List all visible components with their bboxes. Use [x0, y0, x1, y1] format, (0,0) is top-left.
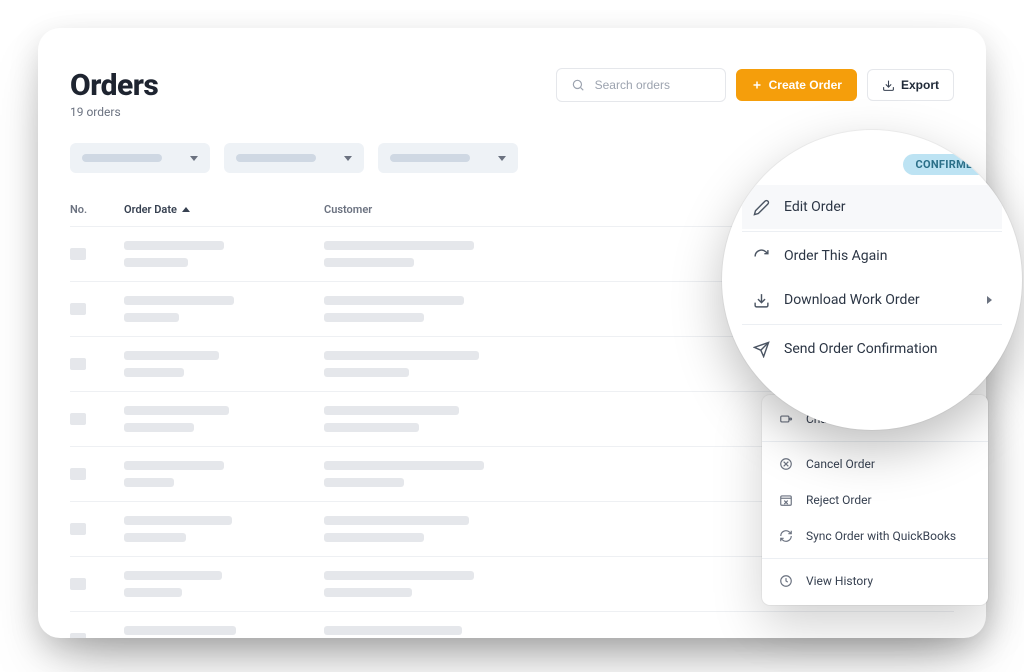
- cell-no: [70, 633, 124, 638]
- cell-customer: [324, 296, 664, 322]
- table-row[interactable]: -: [70, 612, 954, 638]
- menu-cancel-order[interactable]: Cancel Order: [762, 446, 988, 482]
- menu-edit-order-label: Edit Order: [784, 199, 846, 215]
- cell-order-date: [124, 626, 324, 638]
- cell-customer: [324, 516, 664, 542]
- context-menu-zoom: CONFIRMED Edit Order Order This Again: [722, 130, 1022, 430]
- page-header: Orders 19 orders Create Order: [70, 68, 954, 119]
- create-order-label: Create Order: [769, 78, 842, 92]
- th-customer: Customer: [324, 203, 664, 216]
- chevron-right-icon: [987, 296, 992, 304]
- export-label: Export: [901, 78, 939, 92]
- search-icon: [569, 76, 587, 94]
- cell-order-date: [124, 351, 324, 377]
- cell-order-date: [124, 406, 324, 432]
- cell-assignee: -: [664, 632, 954, 639]
- menu-send-confirmation-label: Send Order Confirmation: [784, 341, 938, 357]
- cell-customer: [324, 351, 664, 377]
- cell-no: [70, 413, 124, 425]
- menu-order-again-label: Order This Again: [784, 248, 887, 264]
- cell-no: [70, 248, 124, 260]
- cell-order-date: [124, 571, 324, 597]
- sync-icon: [778, 528, 794, 544]
- send-icon: [752, 340, 770, 358]
- menu-download-work-order[interactable]: Download Work Order: [742, 278, 1002, 322]
- menu-sync-quickbooks[interactable]: Sync Order with QuickBooks: [762, 518, 988, 554]
- sort-ascending-icon: [182, 207, 190, 212]
- chevron-down-icon: [190, 156, 198, 161]
- cell-customer: [324, 626, 664, 638]
- cell-customer: [324, 571, 664, 597]
- cell-no: [70, 523, 124, 535]
- menu-view-history[interactable]: View History: [762, 563, 988, 599]
- cell-order-date: [124, 461, 324, 487]
- tag-icon: [778, 411, 794, 427]
- menu-send-confirmation[interactable]: Send Order Confirmation: [742, 327, 1002, 371]
- th-order-date[interactable]: Order Date: [124, 203, 324, 216]
- filter-dropdown-2[interactable]: [224, 143, 364, 173]
- plus-icon: [751, 79, 763, 91]
- cell-no: [70, 358, 124, 370]
- history-icon: [778, 573, 794, 589]
- th-no: No.: [70, 203, 124, 216]
- page-title: Orders: [70, 68, 158, 103]
- cell-no: [70, 578, 124, 590]
- cancel-icon: [778, 456, 794, 472]
- download-icon: [752, 291, 770, 309]
- download-icon: [882, 79, 895, 92]
- filter-dropdown-3[interactable]: [378, 143, 518, 173]
- create-order-button[interactable]: Create Order: [736, 69, 857, 101]
- order-count-subtitle: 19 orders: [70, 105, 158, 119]
- menu-order-again[interactable]: Order This Again: [742, 234, 1002, 278]
- search-input[interactable]: [595, 78, 713, 92]
- calendar-x-icon: [778, 492, 794, 508]
- chevron-down-icon: [498, 156, 506, 161]
- cell-customer: [324, 461, 664, 487]
- cell-order-date: [124, 296, 324, 322]
- menu-edit-order[interactable]: Edit Order: [742, 185, 1002, 229]
- cell-no: [70, 468, 124, 480]
- cell-no: [70, 303, 124, 315]
- cell-customer: [324, 241, 664, 267]
- cell-customer: [324, 406, 664, 432]
- cell-order-date: [124, 516, 324, 542]
- search-input-wrap[interactable]: [556, 68, 726, 102]
- menu-reject-order[interactable]: Reject Order: [762, 482, 988, 518]
- menu-download-work-order-label: Download Work Order: [784, 292, 920, 308]
- pencil-icon: [752, 198, 770, 216]
- redo-icon: [752, 247, 770, 265]
- cell-order-date: [124, 241, 324, 267]
- filter-dropdown-1[interactable]: [70, 143, 210, 173]
- chevron-down-icon: [344, 156, 352, 161]
- export-button[interactable]: Export: [867, 69, 954, 101]
